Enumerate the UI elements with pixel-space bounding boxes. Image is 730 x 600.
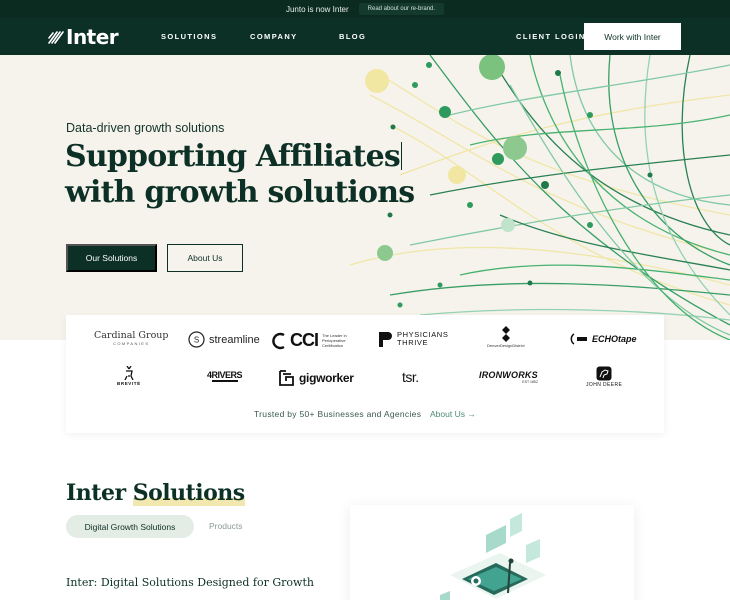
announcement-bar: Junto is now Inter Read about our re-bra… xyxy=(0,0,730,18)
nav-solutions[interactable]: SOLUTIONS xyxy=(161,32,217,41)
cardinal-group-sub: COMPANIES xyxy=(113,341,150,346)
cardinal-group-logo: Cardinal Group COMPANIES xyxy=(94,330,168,346)
ironworks-sub: EST 1852 xyxy=(522,380,538,384)
cci-text: CCI xyxy=(290,330,319,350)
john-deere-logo: JOHN DEERE xyxy=(586,366,622,388)
solutions-sub-heading: Inter: Digital Solutions Designed for Gr… xyxy=(66,576,314,589)
thrive-word: THRIVE xyxy=(397,338,429,347)
four-rivers-text: 4RIVERS xyxy=(207,370,243,380)
john-deere-icon xyxy=(596,366,612,381)
gigworker-logo: gigworker xyxy=(278,370,354,386)
about-us-link[interactable]: About Us → xyxy=(430,409,476,419)
john-deere-text: JOHN DEERE xyxy=(586,382,623,388)
cci-mark-icon xyxy=(272,332,285,349)
tab-products[interactable]: Products xyxy=(209,521,243,531)
physicians-thrive-text: PHYSICIANS THRIVE xyxy=(397,331,448,347)
site-header: Inter SOLUTIONS COMPANY BLOG CLIENT LOGI… xyxy=(0,18,730,55)
ironworks-text: IRONWORKS xyxy=(479,370,538,380)
brevite-text: BREVITÉ xyxy=(117,381,141,386)
streamline-logo: S streamline xyxy=(188,331,260,348)
inter-logo[interactable]: Inter xyxy=(48,25,119,49)
text-caret xyxy=(400,142,402,170)
work-with-inter-button[interactable]: Work with Inter xyxy=(584,23,681,50)
ironworks-logo: IRONWORKS EST 1852 xyxy=(479,370,538,384)
about-us-button[interactable]: About Us xyxy=(167,244,243,272)
nav-blog[interactable]: BLOG xyxy=(339,32,366,41)
four-rivers-underline xyxy=(211,380,238,382)
headline-line-2: with growth solutions xyxy=(65,175,415,210)
logo-stripes-icon xyxy=(48,31,64,44)
deer-icon xyxy=(124,366,134,380)
physicians-thrive-icon xyxy=(379,332,392,347)
solutions-illustration-card xyxy=(350,505,634,600)
headline-line-1: Supporting Affiliates xyxy=(65,139,401,174)
gigworker-icon xyxy=(279,370,294,386)
trusted-by-text: Trusted by 50+ Businesses and Agencies xyxy=(254,409,422,419)
svg-text:S: S xyxy=(194,336,199,345)
echotape-logo: ECHOtape xyxy=(570,332,637,346)
denver-design-icon xyxy=(501,326,510,342)
isometric-illustration xyxy=(440,513,546,600)
nav-company[interactable]: COMPANY xyxy=(250,32,298,41)
cci-tagline: The Leader in Perioperative Certificatio… xyxy=(322,333,347,348)
logo-wordmark: Inter xyxy=(66,25,119,49)
streamline-icon: S xyxy=(188,331,205,348)
tsr-text: tsr. xyxy=(402,369,419,385)
hero-headline: Supporting Affiliates with growth soluti… xyxy=(65,139,425,211)
tsr-logo: tsr. xyxy=(402,369,419,385)
solutions-title-prefix: Inter xyxy=(66,480,133,506)
denver-design-text: DenverDesignDistrict xyxy=(487,343,525,348)
solutions-title-highlight: Solutions xyxy=(132,480,245,506)
cci-logo: CCI The Leader in Perioperative Certific… xyxy=(272,330,358,351)
cardinal-group-text: Cardinal Group xyxy=(94,330,169,341)
echotape-icon xyxy=(570,333,587,345)
brevite-logo: BREVITÉ xyxy=(117,366,141,386)
denver-design-district-logo: DenverDesignDistrict xyxy=(487,326,525,348)
hero-eyebrow: Data-driven growth solutions xyxy=(66,121,225,135)
gigworker-text: gigworker xyxy=(299,371,354,385)
our-solutions-button[interactable]: Our Solutions xyxy=(66,244,157,272)
four-rivers-logo: 4RIVERS xyxy=(207,370,243,382)
announcement-text: Junto is now Inter xyxy=(285,4,349,14)
rebrand-link[interactable]: Read about our re-brand. xyxy=(358,3,445,15)
streamline-text: streamline xyxy=(209,333,260,346)
hero-section: Data-driven growth solutions Supporting … xyxy=(0,55,730,340)
tab-digital-growth-solutions[interactable]: Digital Growth Solutions xyxy=(66,515,194,538)
physicians-thrive-logo: PHYSICIANS THRIVE xyxy=(378,331,448,347)
echotape-text: ECHOtape xyxy=(592,334,637,344)
solutions-title: Inter Solutions xyxy=(66,480,245,506)
client-login-link[interactable]: CLIENT LOGIN xyxy=(516,32,586,41)
